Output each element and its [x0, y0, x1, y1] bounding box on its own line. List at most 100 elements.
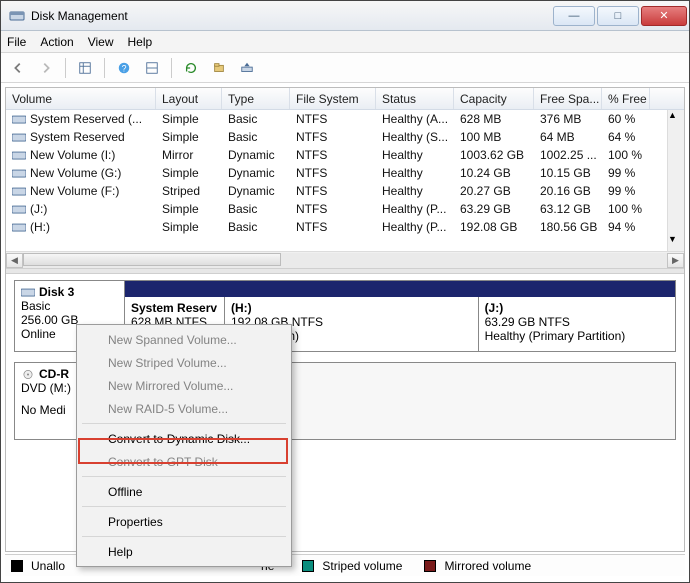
partition-size: 63.29 GB NTFS — [485, 315, 669, 329]
horizontal-scrollbar[interactable]: ◀ ▶ — [6, 251, 684, 268]
refresh-button[interactable] — [180, 57, 202, 79]
settings-button[interactable] — [141, 57, 163, 79]
cell-filesystem: NTFS — [290, 218, 376, 236]
scroll-thumb[interactable] — [23, 253, 281, 266]
disk-band — [125, 281, 675, 297]
cell-filesystem: NTFS — [290, 146, 376, 164]
cell-type: Basic — [222, 200, 290, 218]
cell-pctfree: 64 % — [602, 128, 650, 146]
menu-file[interactable]: File — [7, 35, 26, 49]
partition-status: Healthy (Primary Partition) — [485, 329, 669, 343]
minimize-button[interactable]: — — [553, 6, 595, 26]
table-row[interactable]: System Reserved (...SimpleBasicNTFSHealt… — [6, 110, 684, 128]
table-header: Volume Layout Type File System Status Ca… — [6, 88, 684, 110]
toolbar: ? — [1, 53, 689, 83]
scroll-up-icon[interactable]: ▲ — [668, 110, 684, 127]
table-row[interactable]: New Volume (F:)StripedDynamicNTFSHealthy… — [6, 182, 684, 200]
menu-action[interactable]: Action — [40, 35, 73, 49]
cell-pctfree: 99 % — [602, 164, 650, 182]
disk-icon — [21, 287, 35, 298]
partition-name: (H:) — [231, 301, 472, 315]
legend-mirrored: Mirrored volume — [444, 559, 531, 573]
cell-free: 1002.25 ... — [534, 146, 602, 164]
legend-striped: Striped volume — [322, 559, 402, 573]
cell-free: 64 MB — [534, 128, 602, 146]
menu-help[interactable]: Help — [80, 540, 288, 563]
cell-capacity: 100 MB — [454, 128, 534, 146]
cell-volume: New Volume (F:) — [6, 182, 156, 200]
cell-layout: Simple — [156, 200, 222, 218]
vertical-scrollbar[interactable]: ▲ ▼ — [667, 110, 684, 251]
scroll-down-icon[interactable]: ▼ — [668, 234, 684, 251]
cell-type: Dynamic — [222, 164, 290, 182]
cell-type: Basic — [222, 110, 290, 128]
partition-name: System Reserv — [131, 301, 218, 315]
partition-j[interactable]: (J:) 63.29 GB NTFS Healthy (Primary Part… — [479, 297, 675, 351]
col-status[interactable]: Status — [376, 88, 454, 109]
cell-type: Basic — [222, 218, 290, 236]
swatch-striped — [302, 560, 314, 572]
menu-offline[interactable]: Offline — [80, 480, 288, 503]
table-row[interactable]: New Volume (G:)SimpleDynamicNTFSHealthy1… — [6, 164, 684, 182]
menu-convert-dynamic[interactable]: Convert to Dynamic Disk... — [80, 427, 288, 450]
cell-capacity: 63.29 GB — [454, 200, 534, 218]
col-layout[interactable]: Layout — [156, 88, 222, 109]
scroll-left-icon[interactable]: ◀ — [6, 253, 23, 268]
cell-status: Healthy (A... — [376, 110, 454, 128]
cell-free: 376 MB — [534, 110, 602, 128]
forward-button[interactable] — [35, 57, 57, 79]
cell-layout: Striped — [156, 182, 222, 200]
col-free[interactable]: Free Spa... — [534, 88, 602, 109]
cell-pctfree: 99 % — [602, 182, 650, 200]
detail-view-button[interactable] — [74, 57, 96, 79]
cell-free: 180.56 GB — [534, 218, 602, 236]
cell-layout: Simple — [156, 164, 222, 182]
action-button[interactable] — [236, 57, 258, 79]
menu-view[interactable]: View — [88, 35, 114, 49]
cell-filesystem: NTFS — [290, 182, 376, 200]
cell-free: 63.12 GB — [534, 200, 602, 218]
partition-name: (J:) — [485, 301, 669, 315]
col-filesystem[interactable]: File System — [290, 88, 376, 109]
close-button[interactable]: ✕ — [641, 6, 687, 26]
cell-capacity: 192.08 GB — [454, 218, 534, 236]
cell-type: Dynamic — [222, 146, 290, 164]
table-row[interactable]: New Volume (I:)MirrorDynamicNTFSHealthy1… — [6, 146, 684, 164]
cell-free: 10.15 GB — [534, 164, 602, 182]
swatch-mirrored — [424, 560, 436, 572]
cell-filesystem: NTFS — [290, 200, 376, 218]
cell-capacity: 10.24 GB — [454, 164, 534, 182]
cell-status: Healthy (S... — [376, 128, 454, 146]
back-button[interactable] — [7, 57, 29, 79]
titlebar: Disk Management — □ ✕ — [1, 1, 689, 31]
col-volume[interactable]: Volume — [6, 88, 156, 109]
disk-title: Disk 3 — [39, 285, 74, 299]
table-body: System Reserved (...SimpleBasicNTFSHealt… — [6, 110, 684, 251]
menu-new-spanned: New Spanned Volume... — [80, 328, 288, 351]
swatch-unallocated — [11, 560, 23, 572]
table-row[interactable]: System ReservedSimpleBasicNTFSHealthy (S… — [6, 128, 684, 146]
cell-pctfree: 100 % — [602, 200, 650, 218]
cell-status: Healthy — [376, 146, 454, 164]
col-capacity[interactable]: Capacity — [454, 88, 534, 109]
app-icon — [9, 8, 25, 24]
rescan-button[interactable] — [208, 57, 230, 79]
cell-filesystem: NTFS — [290, 128, 376, 146]
col-pctfree[interactable]: % Free — [602, 88, 650, 109]
cell-capacity: 20.27 GB — [454, 182, 534, 200]
menu-new-raid5: New RAID-5 Volume... — [80, 397, 288, 420]
menu-properties[interactable]: Properties — [80, 510, 288, 533]
cell-capacity: 1003.62 GB — [454, 146, 534, 164]
col-type[interactable]: Type — [222, 88, 290, 109]
cell-layout: Simple — [156, 110, 222, 128]
menubar: File Action View Help — [1, 31, 689, 53]
scroll-right-icon[interactable]: ▶ — [667, 253, 684, 268]
cell-pctfree: 94 % — [602, 218, 650, 236]
maximize-button[interactable]: □ — [597, 6, 639, 26]
cell-type: Dynamic — [222, 182, 290, 200]
table-row[interactable]: (H:)SimpleBasicNTFSHealthy (P...192.08 G… — [6, 218, 684, 236]
help-button[interactable]: ? — [113, 57, 135, 79]
cell-volume: System Reserved (... — [6, 110, 156, 128]
menu-help[interactable]: Help — [128, 35, 153, 49]
table-row[interactable]: (J:)SimpleBasicNTFSHealthy (P...63.29 GB… — [6, 200, 684, 218]
